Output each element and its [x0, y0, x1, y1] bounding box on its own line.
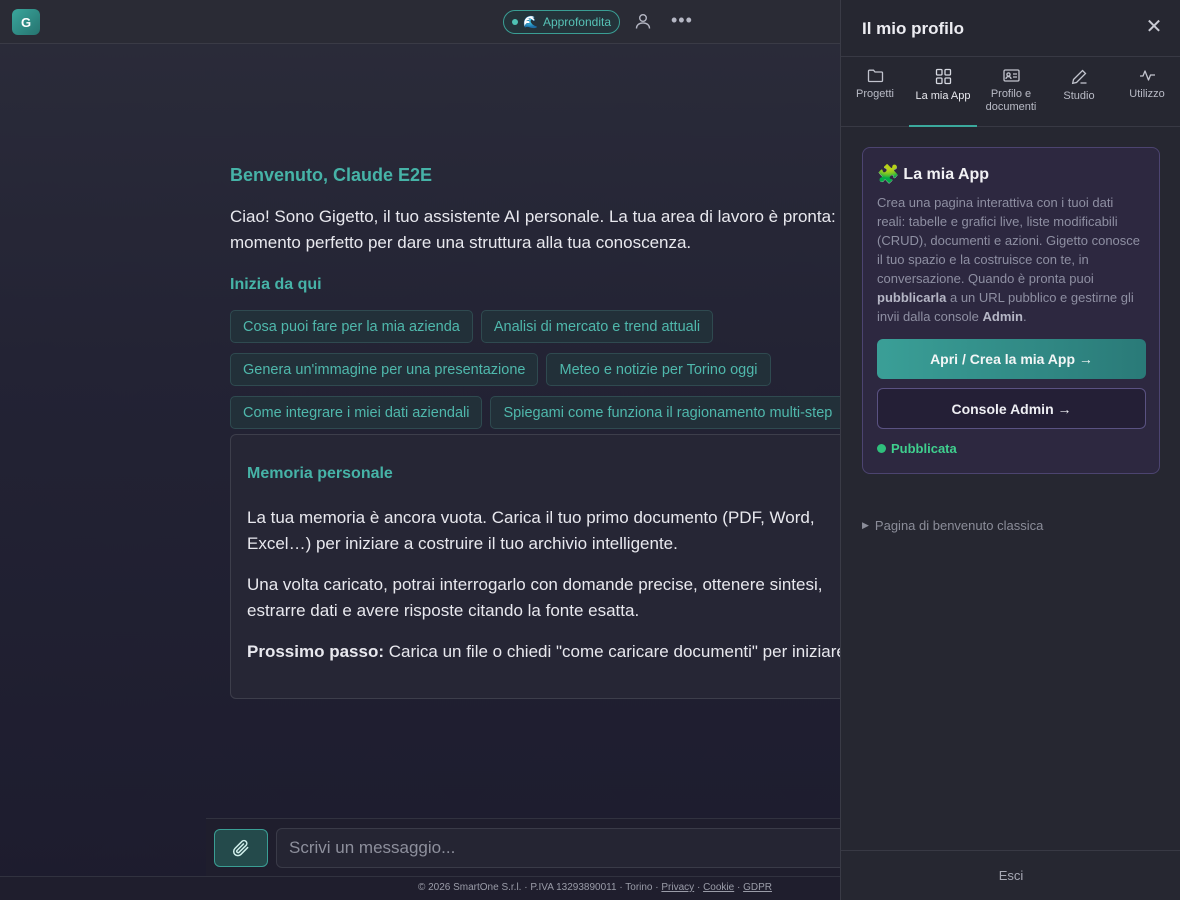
logout-button[interactable]: Esci — [841, 868, 1180, 883]
profile-panel: Il mio profilo ✕ Progetti La mia App Pro… — [840, 0, 1180, 900]
start-section-title: Inizia da qui — [230, 276, 322, 293]
paperclip-icon — [232, 839, 249, 857]
mode-selector[interactable]: 🌊 Approfondita — [503, 10, 621, 34]
memory-next-step: Prossimo passo: Carica un file o chiedi … — [247, 639, 840, 665]
app-logo[interactable]: G — [12, 9, 40, 35]
top-bar: G 🌊 Approfondita ••• — [0, 0, 840, 44]
folder-icon — [867, 69, 883, 83]
suggestion-chip[interactable]: Come integrare i miei dati aziendali — [230, 396, 483, 429]
tab-progetti[interactable]: Progetti — [841, 57, 909, 126]
my-app-card: 🧩 La mia App Crea una pagina interattiva… — [862, 147, 1160, 474]
desc-bold: Admin — [982, 309, 1023, 324]
close-icon[interactable]: ✕ — [1145, 17, 1163, 37]
footer-text: © 2026 SmartOne S.r.l. · P.IVA 132938900… — [417, 882, 662, 893]
memory-title: Memoria personale — [247, 465, 393, 482]
puzzle-icon: 🧩 — [877, 164, 900, 184]
suggestion-chip[interactable]: Cosa puoi fare per la mia azienda — [230, 310, 473, 343]
memory-paragraph: La tua memoria è ancora vuota. Carica il… — [247, 508, 815, 553]
tab-utilizzo[interactable]: Utilizzo — [1113, 57, 1180, 126]
grid-icon — [935, 68, 951, 85]
activity-icon — [1139, 70, 1155, 81]
memory-card: Memoria personale La tua memoria è ancor… — [230, 434, 840, 699]
desc-part: Crea una pagina interattiva con i tuoi d… — [877, 195, 1141, 286]
tab-label: Profilo e documenti — [985, 88, 1037, 113]
tab-la-mia-app[interactable]: La mia App — [909, 57, 977, 127]
id-card-icon — [1002, 69, 1020, 82]
triangle-right-icon: ▶ — [862, 520, 869, 530]
classic-welcome-label: Pagina di benvenuto classica — [874, 518, 1044, 533]
tab-label: Studio — [1063, 90, 1095, 102]
divider — [841, 850, 1180, 851]
message-composer — [206, 818, 876, 876]
status-label: Pubblicata — [891, 441, 957, 456]
wave-icon: 🌊 — [523, 15, 538, 29]
panel-title: Il mio profilo — [862, 19, 964, 38]
app-card-description: Crea una pagina interattiva con i tuoi d… — [877, 193, 1145, 326]
app-card-title-text: La mia App — [903, 165, 990, 183]
gdpr-link[interactable]: GDPR — [743, 882, 772, 893]
footer-sep: · — [734, 882, 744, 893]
next-step-label: Prossimo passo: — [247, 642, 384, 661]
open-create-app-button[interactable]: Apri / Crea la mia App → — [877, 339, 1146, 379]
app-card-title: 🧩 La mia App — [877, 164, 1145, 185]
chat-area: Benvenuto, Claude E2E Ciao! Sono Gigetto… — [0, 44, 840, 876]
message-input[interactable] — [276, 828, 876, 868]
privacy-link[interactable]: Privacy — [661, 882, 694, 893]
intro-text: Ciao! Sono Gigetto, il tuo assistente AI… — [230, 207, 840, 252]
mode-status-dot — [512, 19, 518, 25]
suggestion-chip[interactable]: Meteo e notizie per Torino oggi — [546, 353, 771, 386]
tab-studio[interactable]: Studio — [1045, 57, 1113, 126]
suggestion-chip[interactable]: Spiegami come funziona il ragionamento m… — [490, 396, 840, 429]
desc-part: . — [1022, 309, 1027, 324]
pencil-icon — [1071, 69, 1086, 85]
attach-button[interactable] — [214, 829, 268, 867]
tab-label: La mia App — [915, 90, 971, 102]
memory-paragraph: Una volta caricato, potrai interrogarlo … — [247, 575, 823, 620]
tab-profilo-documenti[interactable]: Profilo e documenti — [977, 57, 1045, 126]
status-dot — [877, 444, 886, 453]
welcome-title: Benvenuto, Claude E2E — [230, 165, 433, 185]
admin-console-button[interactable]: Console Admin → — [877, 388, 1146, 429]
cookie-link[interactable]: Cookie — [703, 882, 734, 893]
status-badge: Pubblicata — [877, 441, 1145, 456]
more-options-icon[interactable]: ••• — [671, 10, 692, 30]
suggestion-chips: Cosa puoi fare per la mia azienda Analis… — [230, 310, 840, 439]
next-step-text: Carica un file o chiedi "come caricare d… — [384, 642, 840, 661]
desc-bold: pubblicarla — [877, 290, 947, 305]
panel-tabs: Progetti La mia App Profilo e documenti … — [841, 57, 1180, 127]
suggestion-chip[interactable]: Analisi di mercato e trend attuali — [480, 310, 714, 343]
tab-label: Progetti — [856, 88, 894, 100]
tab-label: Utilizzo — [1129, 88, 1165, 100]
classic-welcome-toggle[interactable]: ▶ Pagina di benvenuto classica — [862, 518, 1043, 533]
mode-label: Approfondita — [542, 15, 612, 29]
user-icon[interactable] — [634, 12, 654, 32]
footer: © 2026 SmartOne S.r.l. · P.IVA 132938900… — [0, 876, 840, 900]
suggestion-chip[interactable]: Genera un'immagine per una presentazione — [230, 353, 539, 386]
footer-sep: · — [694, 882, 704, 893]
